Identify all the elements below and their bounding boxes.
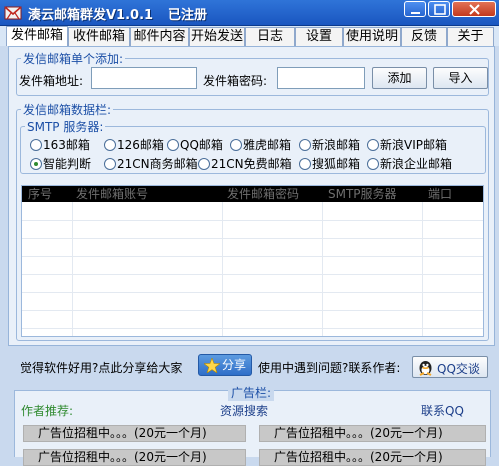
add-button[interactable]: 添加 bbox=[372, 67, 427, 89]
contact-qq-link[interactable]: 联系QQ bbox=[421, 402, 464, 419]
grid-line bbox=[22, 220, 483, 221]
smtp-group-title: SMTP 服务器: bbox=[25, 118, 106, 135]
tab-log[interactable]: 日志 bbox=[245, 27, 295, 46]
grid-line bbox=[22, 238, 483, 239]
data-group-title: 发信邮箱数据栏: bbox=[21, 101, 114, 118]
window-title: 湊云邮箱群发V1.0.1 bbox=[28, 8, 154, 23]
grid-line bbox=[422, 202, 423, 336]
ad-slot[interactable]: 广告位招租中。。。(20元一个月) bbox=[23, 425, 246, 442]
radio-label: 智能判断 bbox=[43, 157, 92, 171]
radio-label: 21CN商务邮箱 bbox=[117, 157, 198, 171]
qq-penguin-icon bbox=[419, 361, 432, 376]
tab-settings[interactable]: 设置 bbox=[295, 27, 343, 46]
radio-sina-enterprise[interactable]: 新浪企业邮箱 bbox=[367, 156, 452, 172]
qq-button-label: QQ交谈 bbox=[437, 362, 480, 376]
radio-circle bbox=[230, 139, 242, 151]
grid-line bbox=[22, 310, 483, 311]
tab-instructions[interactable]: 使用说明 bbox=[343, 27, 401, 46]
radio-circle bbox=[104, 158, 116, 170]
minimize-icon bbox=[411, 12, 420, 14]
radio-21cn-business[interactable]: 21CN商务邮箱 bbox=[104, 156, 198, 172]
grid-line bbox=[22, 292, 483, 293]
registration-status: 已注册 bbox=[168, 8, 208, 23]
radio-qq[interactable]: QQ邮箱 bbox=[167, 137, 223, 153]
radio-126[interactable]: 126邮箱 bbox=[104, 137, 164, 153]
radio-circle-checked bbox=[30, 158, 42, 170]
address-label: 发件箱地址: bbox=[19, 74, 84, 88]
column-header[interactable]: 发件邮箱账号 bbox=[76, 186, 148, 202]
password-label: 发件箱密码: bbox=[203, 74, 268, 88]
radio-circle bbox=[104, 139, 116, 151]
grid-line bbox=[22, 256, 483, 257]
radio-circle bbox=[198, 158, 210, 170]
close-button[interactable] bbox=[452, 1, 496, 17]
tab-recipient-mailbox[interactable]: 收件邮箱 bbox=[68, 27, 130, 46]
radio-21cn-free[interactable]: 21CN免费邮箱 bbox=[198, 156, 292, 172]
maximize-icon bbox=[434, 4, 446, 15]
radio-sohu[interactable]: 搜狐邮箱 bbox=[299, 156, 360, 172]
problem-prompt: 使用中遇到问题?联系作者: bbox=[258, 361, 401, 375]
tab-feedback[interactable]: 反馈 bbox=[401, 27, 447, 46]
radio-circle bbox=[167, 139, 179, 151]
share-button-label: 分享 bbox=[222, 358, 247, 372]
column-header[interactable]: 端口 bbox=[428, 186, 452, 202]
minimize-button[interactable] bbox=[404, 1, 426, 17]
resource-search-link[interactable]: 资源搜索 bbox=[220, 402, 268, 419]
radio-sina-vip[interactable]: 新浪VIP邮箱 bbox=[367, 137, 447, 153]
ad-slot[interactable]: 广告位招租中。。。(20元一个月) bbox=[23, 449, 246, 466]
tab-bar: 发件邮箱 收件邮箱 邮件内容 开始发送 日志 设置 使用说明 反馈 关于 bbox=[0, 26, 499, 46]
radio-circle bbox=[367, 139, 379, 151]
radio-auto-detect[interactable]: 智能判断 bbox=[30, 156, 91, 172]
column-header[interactable]: 序号 bbox=[28, 186, 52, 202]
grid-line bbox=[222, 202, 223, 336]
radio-label: 新浪邮箱 bbox=[312, 138, 361, 152]
ad-slot[interactable]: 广告位招租中。。。(20元一个月) bbox=[259, 449, 486, 466]
radio-label: 126邮箱 bbox=[117, 138, 164, 152]
radio-circle bbox=[367, 158, 379, 170]
sender-mailbox-panel: 发信邮箱单个添加: 发件箱地址: 发件箱密码: 添加 导入 发信邮箱数据栏: S… bbox=[8, 46, 495, 346]
grid-line bbox=[72, 202, 73, 336]
grid-line bbox=[22, 274, 483, 275]
title-bar: 湊云邮箱群发V1.0.1 已注册 bbox=[0, 0, 499, 26]
radio-label: 新浪企业邮箱 bbox=[380, 157, 453, 171]
radio-163[interactable]: 163邮箱 bbox=[30, 137, 90, 153]
qq-chat-button[interactable]: QQ交谈 bbox=[412, 356, 488, 378]
share-button[interactable]: 分享 bbox=[198, 354, 252, 376]
radio-label: 搜狐邮箱 bbox=[312, 157, 361, 171]
radio-label: 163邮箱 bbox=[43, 138, 90, 152]
radio-sina[interactable]: 新浪邮箱 bbox=[299, 137, 360, 153]
radio-label: 21CN免费邮箱 bbox=[211, 157, 292, 171]
ad-title: 广告栏: bbox=[228, 384, 275, 401]
import-button[interactable]: 导入 bbox=[433, 67, 488, 89]
tab-start-sending[interactable]: 开始发送 bbox=[189, 27, 245, 46]
star-icon bbox=[204, 358, 220, 373]
tab-about[interactable]: 关于 bbox=[447, 27, 494, 46]
column-header[interactable]: 发件邮箱密码 bbox=[227, 186, 299, 202]
radio-circle bbox=[30, 139, 42, 151]
table-header: 序号 发件邮箱账号 发件邮箱密码 SMTP服务器 端口 bbox=[22, 186, 483, 202]
tab-mail-content[interactable]: 邮件内容 bbox=[130, 27, 189, 46]
radio-yahoo[interactable]: 雅虎邮箱 bbox=[230, 137, 291, 153]
column-header[interactable]: SMTP服务器 bbox=[328, 186, 397, 202]
ad-panel: 广告栏: 作者推荐: 资源搜索 联系QQ 广告位招租中。。。(20元一个月) 广… bbox=[14, 384, 491, 466]
sender-address-input[interactable] bbox=[91, 67, 197, 89]
author-recommend-label: 作者推荐: bbox=[21, 404, 74, 418]
radio-circle bbox=[299, 158, 311, 170]
share-prompt: 觉得软件好用?点此分享给大家 bbox=[20, 361, 183, 375]
grid-line bbox=[322, 202, 323, 336]
radio-circle bbox=[299, 139, 311, 151]
tab-sender-mailbox[interactable]: 发件邮箱 bbox=[6, 26, 68, 46]
maximize-button[interactable] bbox=[428, 1, 450, 17]
grid-line bbox=[22, 328, 483, 329]
app-logo-icon bbox=[4, 6, 22, 20]
radio-label: QQ邮箱 bbox=[180, 138, 223, 152]
single-add-title: 发信邮箱单个添加: bbox=[21, 50, 126, 67]
close-icon bbox=[469, 4, 480, 15]
radio-label: 新浪VIP邮箱 bbox=[380, 138, 447, 152]
ad-slot[interactable]: 广告位招租中。。。(20元一个月) bbox=[259, 425, 486, 442]
sender-mailbox-table[interactable]: 序号 发件邮箱账号 发件邮箱密码 SMTP服务器 端口 bbox=[21, 185, 484, 337]
radio-label: 雅虎邮箱 bbox=[243, 138, 292, 152]
sender-password-input[interactable] bbox=[277, 67, 365, 89]
